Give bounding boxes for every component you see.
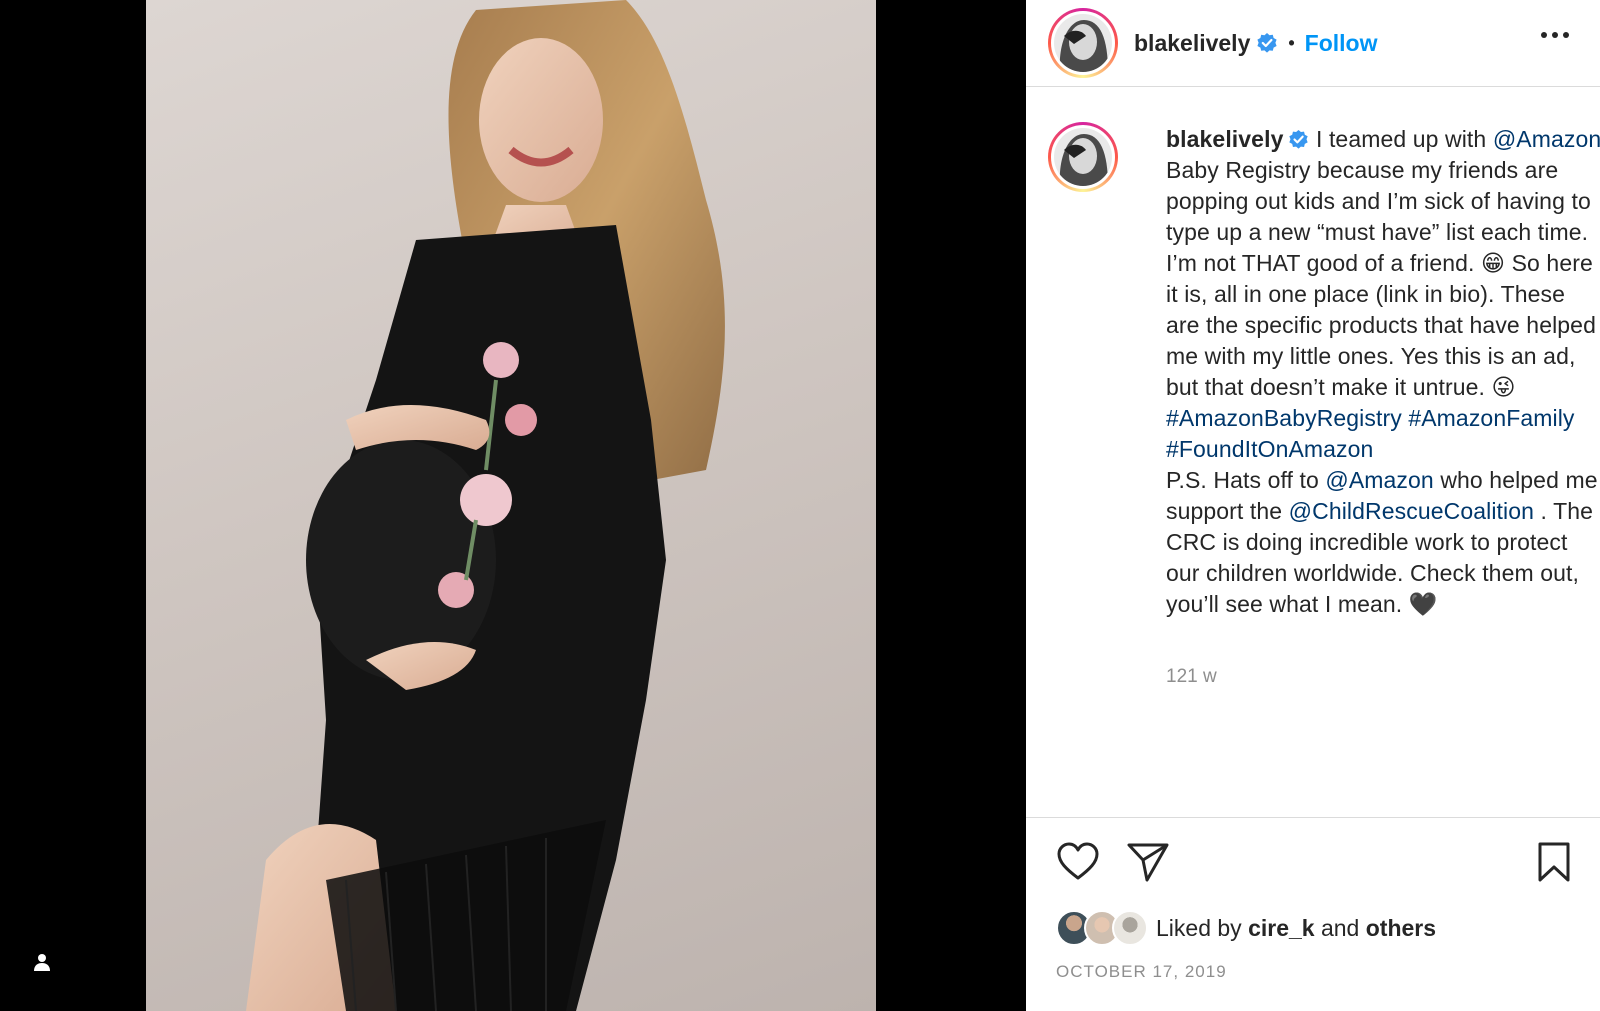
caption-text-1: I teamed up with bbox=[1309, 126, 1493, 152]
caption-username[interactable]: blakelively bbox=[1166, 126, 1283, 152]
post-photo[interactable] bbox=[146, 0, 876, 1011]
share-paper-plane-icon[interactable] bbox=[1126, 840, 1170, 884]
liked-by-text[interactable]: Liked by cire_k and others bbox=[1156, 915, 1436, 942]
like-heart-icon[interactable] bbox=[1056, 840, 1100, 884]
hashtag-founditonamazon[interactable]: #FoundItOnAmazon bbox=[1166, 436, 1373, 462]
save-bookmark-icon[interactable] bbox=[1532, 840, 1576, 884]
likes-row: Liked by cire_k and others bbox=[1056, 910, 1436, 946]
liked-by-prefix: Liked by bbox=[1156, 914, 1249, 941]
action-section: Liked by cire_k and others OCTOBER 17, 2… bbox=[1026, 817, 1600, 981]
header-separator: • bbox=[1288, 32, 1295, 53]
liker-avatar[interactable] bbox=[1112, 910, 1148, 946]
more-options-icon[interactable] bbox=[1540, 30, 1570, 40]
avatar-image bbox=[1054, 14, 1112, 72]
media-pane bbox=[0, 0, 1026, 1011]
caption-text-2: Baby Registry because my friends are pop… bbox=[1166, 157, 1596, 400]
mention-childrescuecoalition[interactable]: @ChildRescueCoalition bbox=[1289, 498, 1534, 524]
photo-illustration bbox=[246, 0, 725, 1011]
hashtag-amazonfamily[interactable]: #AmazonFamily bbox=[1408, 405, 1574, 431]
verified-badge-icon bbox=[1257, 33, 1277, 53]
verified-badge-icon bbox=[1289, 129, 1309, 149]
liked-by-user[interactable]: cire_k bbox=[1248, 915, 1315, 941]
mention-amazon-2[interactable]: @Amazon bbox=[1325, 467, 1433, 493]
caption-section: blakelively I teamed up with @Amazon Bab… bbox=[1048, 118, 1600, 698]
caption-avatar[interactable] bbox=[1048, 122, 1118, 192]
liked-by-and: and bbox=[1314, 914, 1366, 941]
header-username[interactable]: blakelively bbox=[1134, 30, 1250, 57]
tagged-users-icon[interactable] bbox=[24, 944, 60, 980]
caption-time-ago[interactable]: 121 w bbox=[1166, 666, 1217, 688]
hashtag-amazonbabyregistry[interactable]: #AmazonBabyRegistry bbox=[1166, 405, 1402, 431]
follow-button[interactable]: Follow bbox=[1305, 30, 1378, 57]
post-date[interactable]: OCTOBER 17, 2019 bbox=[1056, 962, 1227, 982]
caption-text: blakelively I teamed up with @Amazon Bab… bbox=[1166, 124, 1600, 620]
caption-text-3: P.S. Hats off to bbox=[1166, 467, 1326, 493]
avatar[interactable] bbox=[1048, 8, 1118, 78]
avatar-image bbox=[1054, 128, 1112, 186]
action-bar bbox=[1026, 818, 1600, 906]
liked-by-others[interactable]: others bbox=[1366, 915, 1436, 941]
post-header: blakelively • Follow bbox=[1026, 0, 1600, 87]
post-sidebar: blakelively • Follow blakelively I teame… bbox=[1026, 0, 1600, 1011]
mention-amazon[interactable]: @Amazon bbox=[1493, 126, 1600, 152]
